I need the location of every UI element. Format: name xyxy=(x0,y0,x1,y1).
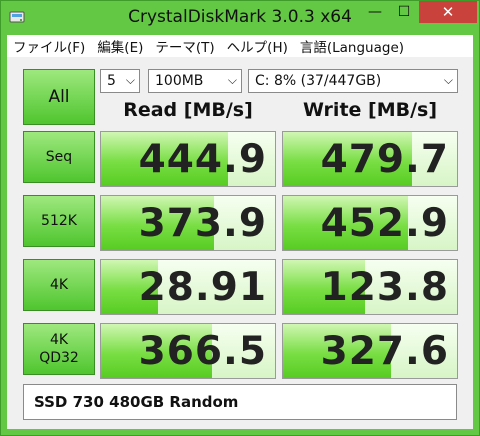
run-all-button[interactable]: All xyxy=(23,69,95,125)
4k-qd32-sublabel: QD32 xyxy=(39,350,79,366)
seq-read-value: 444.9 xyxy=(138,137,267,182)
drive-value: C: 8% (37/447GB) xyxy=(255,73,382,89)
app-window: CrystalDiskMark 3.0.3 x64 — ☐ ✕ ファイル(F) … xyxy=(0,0,480,436)
test-count-select[interactable]: 5 ⌵ xyxy=(100,69,140,93)
test-size-select[interactable]: 100MB ⌵ xyxy=(148,69,242,93)
chevron-down-icon: ⌵ xyxy=(125,73,135,87)
seq-test-button[interactable]: Seq xyxy=(23,131,95,183)
read-column-header: Read [MB/s] xyxy=(123,99,253,121)
512k-write-result: 452.9 xyxy=(282,195,458,251)
4k-write-value: 123.8 xyxy=(320,265,449,310)
4k-test-button[interactable]: 4K xyxy=(23,259,95,311)
4k-label: 4K xyxy=(49,277,69,293)
run-all-label: All xyxy=(48,87,70,107)
main-panel: All 5 ⌵ 100MB ⌵ C: 8% (37/447GB) ⌵ Read … xyxy=(7,57,473,429)
4k-qd32-label: 4K xyxy=(49,332,69,348)
4k-qd32-test-button[interactable]: 4K QD32 xyxy=(23,323,95,375)
4k-read-result: 28.91 xyxy=(100,259,276,315)
chevron-down-icon: ⌵ xyxy=(227,73,237,87)
menu-language[interactable]: 言語(Language) xyxy=(294,36,410,56)
menu-bar: ファイル(F) 編集(E) テーマ(T) ヘルプ(H) 言語(Language) xyxy=(7,35,473,57)
4k-qd32-read-value: 366.5 xyxy=(138,329,267,374)
512k-read-value: 373.9 xyxy=(138,201,267,246)
seq-write-result: 479.7 xyxy=(282,131,458,187)
test-count-value: 5 xyxy=(107,73,116,89)
4k-write-result: 123.8 xyxy=(282,259,458,315)
minimize-button[interactable]: — xyxy=(361,1,389,23)
seq-read-result: 444.9 xyxy=(100,131,276,187)
title-bar[interactable]: CrystalDiskMark 3.0.3 x64 — ☐ ✕ xyxy=(1,1,479,35)
close-button[interactable]: ✕ xyxy=(419,1,477,23)
4k-qd32-read-result: 366.5 xyxy=(100,323,276,379)
512k-write-value: 452.9 xyxy=(320,201,449,246)
test-size-value: 100MB xyxy=(155,73,204,89)
menu-help[interactable]: ヘルプ(H) xyxy=(221,36,294,56)
menu-edit[interactable]: 編集(E) xyxy=(91,36,149,56)
512k-label: 512K xyxy=(41,213,77,229)
512k-read-result: 373.9 xyxy=(100,195,276,251)
drive-select[interactable]: C: 8% (37/447GB) ⌵ xyxy=(248,69,458,93)
seq-label: Seq xyxy=(45,149,73,165)
512k-test-button[interactable]: 512K xyxy=(23,195,95,247)
4k-read-value: 28.91 xyxy=(138,265,267,310)
4k-qd32-write-result: 327.6 xyxy=(282,323,458,379)
menu-file[interactable]: ファイル(F) xyxy=(7,36,91,56)
comment-field[interactable]: SSD 730 480GB Random xyxy=(23,384,457,420)
4k-qd32-write-value: 327.6 xyxy=(320,329,449,374)
write-column-header: Write [MB/s] xyxy=(302,99,438,121)
seq-write-value: 479.7 xyxy=(320,137,449,182)
comment-text: SSD 730 480GB Random xyxy=(34,393,239,411)
maximize-button[interactable]: ☐ xyxy=(390,1,418,23)
menu-theme[interactable]: テーマ(T) xyxy=(149,36,220,56)
chevron-down-icon: ⌵ xyxy=(443,73,453,87)
